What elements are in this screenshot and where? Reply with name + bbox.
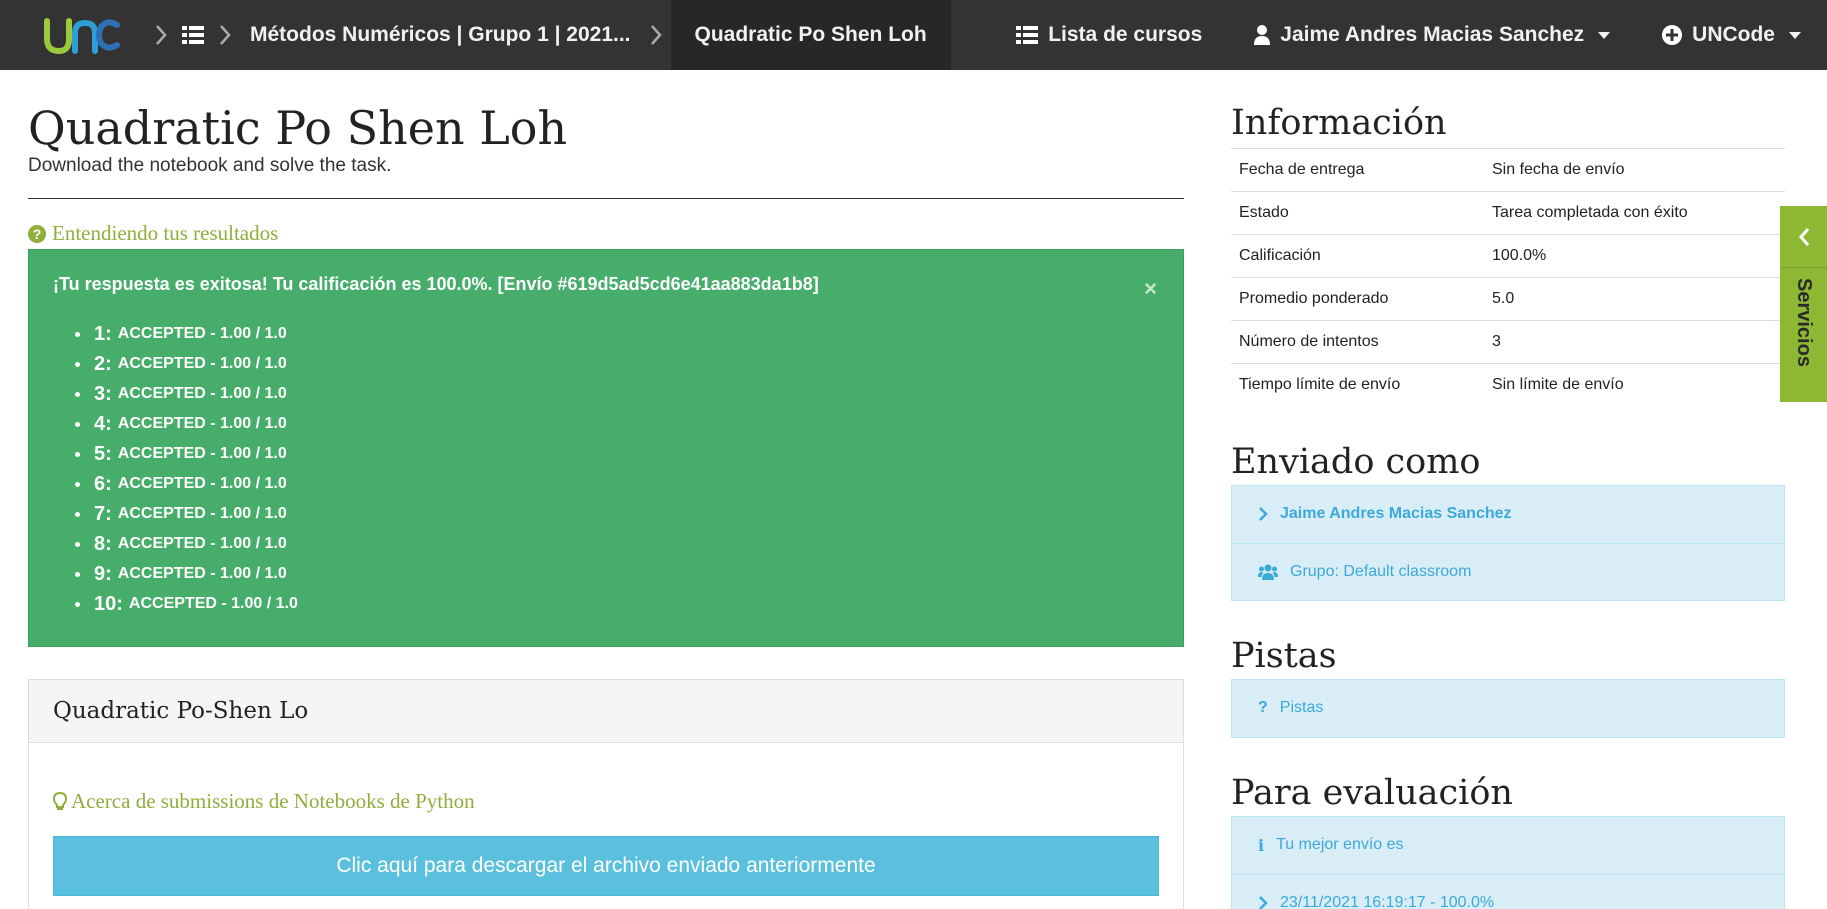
list-item: 3: ACCEPTED - 1.00 / 1.0 [75,379,1159,409]
chevron-left-icon[interactable] [1780,206,1827,268]
list-item: 8: ACCEPTED - 1.00 / 1.0 [75,529,1159,559]
list-item: 5: ACCEPTED - 1.00 / 1.0 [75,439,1159,469]
list-item: 7: ACCEPTED - 1.00 / 1.0 [75,499,1159,529]
table-row: Número de intentos 3 [1231,320,1785,364]
services-side-tab[interactable]: Servicios [1780,206,1827,402]
top-navbar: Métodos Numéricos | Grupo 1 | 2021... Qu… [0,0,1827,70]
table-row: Tiempo límite de envío Sin límite de enví… [1231,363,1785,407]
services-label: Servicios [1793,278,1815,367]
table-row: Estado Tarea completada con éxito [1231,191,1785,235]
unc-logo[interactable] [16,0,146,70]
user-menu[interactable]: Jaime Andres Macias Sanchez [1228,0,1636,70]
main-content: Quadratic Po Shen Loh Download the noteb… [28,70,1184,909]
table-row: Promedio ponderado 5.0 [1231,277,1785,321]
chevron-right-icon [1259,507,1268,521]
best-submission-item[interactable]: 23/11/2021 16:19:17 - 100.0% [1232,873,1784,909]
list-item: 2: ACCEPTED - 1.00 / 1.0 [75,349,1159,379]
understanding-results-link[interactable]: ? Entendiendo tus resultados [28,221,1184,246]
question-circle-icon: ? [28,224,46,243]
chevron-right-icon [210,0,240,70]
breadcrumb-course[interactable]: Métodos Numéricos | Grupo 1 | 2021... [240,0,641,70]
caret-down-icon [1598,31,1611,39]
problem-heading: Quadratic Po-Shen Lo [29,680,1183,743]
breadcrumb-task[interactable]: Quadratic Po Shen Loh [670,0,951,70]
task-description: Download the notebook and solve the task… [28,155,392,176]
sent-as-group-item[interactable]: Grupo: Default classroom [1232,542,1784,600]
understanding-results-label: Entendiendo tus resultados [52,221,279,245]
evaluation-title: Para evaluación [1231,772,1513,813]
uncode-menu[interactable]: UNCode [1636,0,1827,70]
courses-list-link[interactable]: Lista de cursos [990,0,1228,70]
info-table: Fecha de entrega Sin fecha de envío Estad… [1231,148,1785,407]
lightbulb-icon [53,791,67,810]
table-row: Calificación 100.0% [1231,234,1785,278]
close-icon[interactable]: × [1144,276,1157,302]
alert-message: ¡Tu respuesta es exitosa! Tu calificació… [53,274,819,294]
about-notebooks-link[interactable]: Acerca de submissions de Notebooks de Py… [53,789,1159,814]
courses-list-icon[interactable] [176,0,210,70]
chevron-right-icon [146,0,176,70]
chevron-right-icon [1259,895,1268,909]
question-icon: ? [1258,699,1268,716]
test-results-list: 1: ACCEPTED - 1.00 / 1.0 2: ACCEPTED - 1.0… [75,319,1159,619]
courses-list-label: Lista de cursos [1048,23,1203,46]
table-row: Fecha de entrega Sin fecha de envío [1231,148,1785,192]
hints-list: ? Pistas [1231,678,1785,738]
problem-panel: Quadratic Po-Shen Lo Acerca de submissio… [28,679,1184,909]
user-icon [1254,25,1271,45]
user-name: Jaime Andres Macias Sanchez [1280,23,1585,46]
chevron-right-icon [641,0,671,70]
divider [28,198,1184,199]
caret-down-icon [1789,31,1801,39]
sent-as-list: Jaime Andres Macias Sanchez Grupo: Defau… [1231,484,1785,601]
info-title: Información [1231,103,1447,143]
page-title: Quadratic Po Shen Loh [28,101,568,155]
list-item: 6: ACCEPTED - 1.00 / 1.0 [75,469,1159,499]
plus-circle-icon [1662,25,1683,45]
best-submission-info: i Tu mejor envío es [1258,835,1404,855]
list-item: 9: ACCEPTED - 1.00 / 1.0 [75,559,1159,589]
sent-as-title: Enviado como [1231,441,1481,482]
uncode-label: UNCode [1692,23,1775,46]
download-previous-submission-button[interactable]: Clic aquí para descargar el archivo envi… [53,836,1159,896]
users-icon [1258,564,1278,580]
info-icon: i [1258,835,1265,855]
success-alert: ¡Tu respuesta es exitosa! Tu calificació… [28,249,1184,647]
evaluation-list: i Tu mejor envío es 23/11/2021 16:19:17 … [1231,815,1785,909]
list-item: 4: ACCEPTED - 1.00 / 1.0 [75,409,1159,439]
hints-item[interactable]: ? Pistas [1232,680,1784,737]
sent-as-user-item[interactable]: Jaime Andres Macias Sanchez [1232,486,1784,543]
list-item: 1: ACCEPTED - 1.00 / 1.0 [75,319,1159,349]
list-icon [1016,26,1039,44]
list-item: 10: ACCEPTED - 1.00 / 1.0 [75,589,1159,619]
sidebar: Información Fecha de entrega Sin fecha de… [1231,70,1785,909]
about-notebooks-label: Acerca de submissions de Notebooks de Py… [71,789,475,813]
hints-title: Pistas [1231,635,1337,676]
